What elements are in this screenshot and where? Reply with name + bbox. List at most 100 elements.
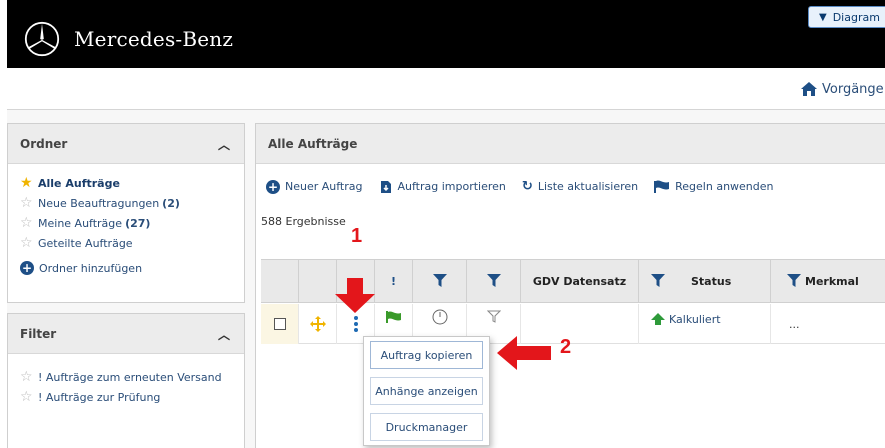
menu-item-copy-order[interactable]: Auftrag kopieren — [370, 341, 483, 369]
col-gdv[interactable]: GDV Datensatz — [521, 260, 639, 302]
folder-item-count: (2) — [162, 196, 180, 210]
refresh-list-label: Liste aktualisieren — [537, 180, 639, 193]
row-checkbox[interactable] — [273, 318, 286, 330]
chevron-up-icon[interactable]: ︿ — [218, 136, 230, 153]
arrow-left-icon — [497, 336, 551, 370]
star-outline-icon: ☆ — [20, 215, 33, 231]
nav-vorgaenge[interactable]: Vorgänge — [800, 81, 884, 97]
main-title: Alle Aufträge — [268, 136, 358, 151]
nav-vorgaenge-label: Vorgänge — [822, 81, 884, 97]
row-move-cell — [299, 304, 337, 344]
row-status-value[interactable]: Kalkuliert — [669, 313, 721, 326]
main-toolbar: + Neuer Auftrag Auftrag importieren ↻ Li… — [266, 179, 790, 194]
import-order-label: Auftrag importieren — [397, 180, 506, 193]
flag-icon — [654, 180, 670, 193]
menu-item-show-attachments[interactable]: Anhänge anzeigen — [370, 377, 483, 405]
filter-icon — [432, 274, 447, 287]
row-status-cell: Kalkuliert — [639, 304, 771, 344]
brand-name: Mercedes-Benz — [74, 27, 234, 51]
col-status-label: Status — [691, 274, 732, 288]
col-status[interactable]: Status — [639, 260, 771, 302]
refresh-icon: ↻ — [521, 179, 533, 194]
plus-circle-icon: + — [20, 261, 34, 275]
ordner-list: ★ Alle Aufträge ☆ Neue Beauftragungen (2… — [8, 164, 244, 275]
brand-logo[interactable]: Mercedes-Benz — [24, 21, 233, 57]
folder-item-label: Alle Aufträge — [38, 176, 120, 190]
arrow-up-icon — [651, 313, 665, 325]
row-context-menu: Auftrag kopieren Anhänge anzeigen Druckm… — [363, 336, 490, 446]
folder-item-count: (27) — [125, 216, 151, 230]
add-folder-button[interactable]: + Ordner hinzufügen — [20, 261, 244, 275]
clock-icon — [432, 309, 447, 325]
green-flag-icon — [385, 311, 401, 323]
ordner-panel-header[interactable]: Ordner ︿ — [8, 124, 244, 164]
home-icon — [801, 82, 817, 96]
ordner-title: Ordner — [20, 136, 68, 151]
new-order-label: Neuer Auftrag — [285, 180, 363, 193]
folder-item-meine[interactable]: ☆ Meine Aufträge (27) — [20, 213, 244, 233]
main-panel-header: Alle Aufträge — [256, 124, 885, 164]
mercedes-star-icon — [24, 21, 60, 57]
star-filled-icon: ★ — [20, 175, 33, 191]
diagram-button[interactable]: ▼ Diagram — [808, 6, 885, 28]
filter-list: ☆ ! Aufträge zum erneuten Versand ☆ ! Au… — [8, 354, 244, 407]
apply-rules-label: Regeln anwenden — [675, 180, 774, 193]
move-icon[interactable] — [309, 316, 326, 332]
diagram-button-label: Diagram — [832, 10, 880, 24]
row-merkmal-value: ... — [789, 317, 800, 331]
filter-item-pruefung[interactable]: ☆ ! Aufträge zur Prüfung — [20, 387, 244, 407]
filter-item-label: ! Aufträge zum erneuten Versand — [38, 370, 222, 384]
filter-panel-header[interactable]: Filter ︿ — [8, 314, 244, 354]
folder-item-alle[interactable]: ★ Alle Aufträge — [20, 173, 244, 193]
folder-item-label: Neue Beauftragungen — [38, 196, 160, 210]
left-edge — [0, 0, 7, 448]
menu-item-label: Auftrag kopieren — [380, 348, 473, 362]
filter-outline-icon — [486, 310, 501, 323]
import-icon — [380, 180, 391, 193]
menu-item-label: Druckmanager — [385, 420, 468, 434]
step-2-label: 2 — [560, 336, 572, 358]
filter-panel: Filter ︿ ☆ ! Aufträge zum erneuten Versa… — [7, 313, 245, 448]
col-merkmal[interactable]: Merkmal — [771, 260, 885, 302]
app-header: Mercedes-Benz ▼ Diagram — [0, 0, 885, 68]
col-exclamation[interactable]: ! — [375, 260, 413, 302]
ordner-panel: Ordner ︿ ★ Alle Aufträge ☆ Neue Beauftra… — [7, 123, 245, 303]
row-merkmal-cell: ... — [771, 304, 885, 344]
star-outline-icon: ☆ — [20, 195, 33, 211]
col-merkmal-label: Merkmal — [805, 274, 859, 288]
refresh-list-button[interactable]: ↻ Liste aktualisieren — [522, 179, 638, 194]
col-move — [299, 260, 337, 302]
add-folder-label: Ordner hinzufügen — [39, 261, 143, 275]
row-select-cell — [261, 304, 299, 344]
more-vertical-icon[interactable] — [353, 316, 359, 332]
folder-item-geteilte[interactable]: ☆ Geteilte Aufträge — [20, 233, 244, 253]
col-filter-2[interactable] — [467, 260, 521, 302]
step-1-label: 1 — [351, 225, 363, 247]
star-outline-icon: ☆ — [20, 389, 33, 405]
filter-icon — [651, 274, 665, 287]
import-order-button[interactable]: Auftrag importieren — [379, 180, 506, 194]
col-exclamation-label: ! — [390, 274, 397, 288]
chevron-up-icon[interactable]: ︿ — [218, 326, 230, 343]
folder-item-label: Meine Aufträge — [38, 216, 123, 230]
filter-title: Filter — [20, 326, 57, 341]
col-filter-1[interactable] — [413, 260, 467, 302]
star-outline-icon: ☆ — [20, 235, 33, 251]
filter-item-label: ! Aufträge zur Prüfung — [38, 390, 161, 404]
filter-icon — [787, 274, 801, 287]
folder-item-neue[interactable]: ☆ Neue Beauftragungen (2) — [20, 193, 244, 213]
menu-item-print-manager[interactable]: Druckmanager — [370, 413, 483, 441]
folder-item-label: Geteilte Aufträge — [38, 236, 133, 250]
arrow-down-icon — [335, 278, 375, 313]
new-order-button[interactable]: + Neuer Auftrag — [266, 179, 363, 194]
col-gdv-label: GDV Datensatz — [532, 274, 627, 288]
plus-circle-icon: + — [266, 179, 280, 194]
result-count: 588 Ergebnisse — [261, 215, 346, 228]
filter-icon — [486, 274, 501, 287]
star-outline-icon: ☆ — [20, 369, 33, 385]
apply-rules-button[interactable]: Regeln anwenden — [654, 180, 774, 194]
chevron-down-icon: ▼ — [819, 11, 827, 23]
filter-item-versand[interactable]: ☆ ! Aufträge zum erneuten Versand — [20, 367, 244, 387]
nav-bar: Vorgänge — [0, 68, 885, 110]
menu-item-label: Anhänge anzeigen — [375, 384, 478, 398]
